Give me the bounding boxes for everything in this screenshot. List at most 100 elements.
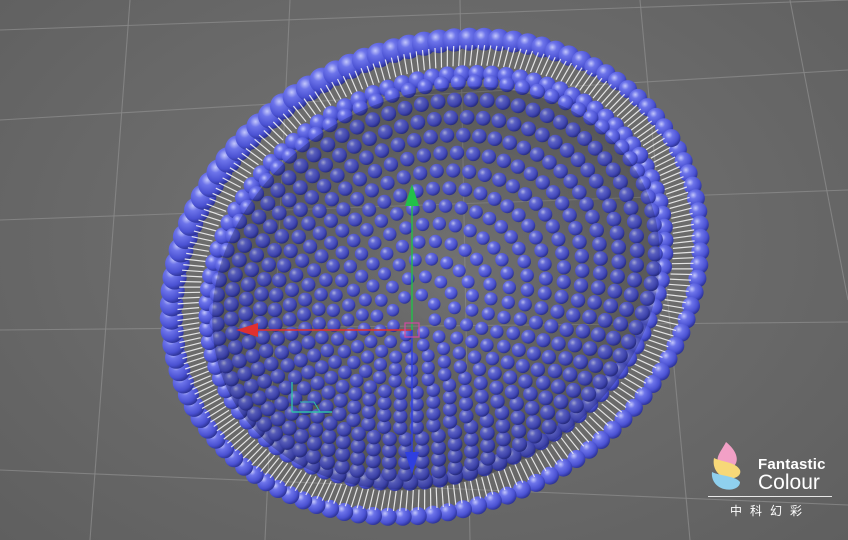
lipid-tail [667, 288, 689, 292]
lipid-tail [616, 100, 634, 117]
grid-line [0, 0, 848, 31]
lipid-tail [650, 334, 672, 342]
lipid-tail [386, 490, 392, 511]
lipid-tail [627, 112, 645, 128]
lipid-tail [452, 484, 457, 505]
lipid-tail [294, 471, 307, 492]
lipid-tail [392, 490, 397, 511]
grid-line [89, 0, 131, 540]
lipid-tail [210, 409, 230, 423]
lipid-tail [579, 72, 593, 91]
lipid-tail [350, 487, 359, 508]
lipid-tail [249, 143, 267, 157]
lipid-tail [435, 487, 438, 509]
lipid-tail [663, 304, 685, 309]
lipid-tail [380, 490, 386, 511]
lipid-tail [633, 120, 653, 135]
lipid-tail [672, 240, 695, 244]
outer-head-sphere [469, 496, 487, 515]
lipid-tail [194, 384, 215, 395]
lipid-tail [592, 80, 608, 99]
lipid-tail [645, 137, 665, 151]
lipid-tail [201, 397, 222, 410]
lipid-tail [289, 469, 303, 489]
lipid-tail [555, 60, 567, 80]
lipid-tail [612, 97, 630, 114]
lipid-tail [216, 417, 236, 432]
lipid-tail [584, 419, 600, 435]
lipid-tail [268, 125, 284, 141]
lipid-tail [181, 346, 203, 354]
lipid-tail [623, 108, 642, 124]
lipid-tail [672, 245, 695, 249]
lipid-tail [575, 426, 590, 443]
lipid-tail [274, 462, 289, 481]
lipid-tail [260, 454, 276, 472]
lipid-tail [639, 129, 659, 143]
lipid-tail [434, 47, 437, 69]
lipid-tail [279, 465, 293, 484]
lipid-tail [219, 421, 239, 436]
lipid-tail [204, 401, 224, 414]
lipid-tail [655, 156, 676, 168]
lipid-tail [452, 45, 455, 67]
lipid-tail [277, 117, 293, 133]
lipid-tail [657, 161, 678, 172]
lipid-tail [242, 442, 260, 459]
lipid-tail [287, 109, 302, 126]
lipid-tail [669, 202, 691, 210]
lipid-tail [648, 142, 668, 155]
lipid-tail [671, 218, 694, 224]
lipid-tail [648, 339, 669, 348]
lipid-tail [251, 448, 267, 466]
lipid-tail [608, 93, 626, 111]
lipid-tail [356, 487, 364, 509]
lipid-tail [670, 273, 693, 276]
lipid-tail [264, 457, 280, 476]
lipid-tail [368, 489, 375, 510]
lipid-tail [605, 399, 623, 413]
lipid-tail [672, 223, 694, 229]
lipid-tail [620, 104, 638, 121]
lipid-tail [668, 196, 690, 205]
lipid-tail [481, 476, 488, 497]
lipid-tail [661, 309, 683, 315]
lipid-tail [672, 251, 695, 255]
lipid-tail [597, 407, 614, 422]
lipid-tail [469, 480, 475, 501]
lipid-tail [569, 67, 583, 87]
lipid-tail [246, 445, 264, 463]
lipid-tail [441, 486, 444, 508]
lipid-tail [588, 415, 604, 431]
lipid-tail [503, 468, 512, 489]
lipid-tail [579, 423, 595, 439]
lipid-tail [199, 392, 220, 405]
lipid-tail [570, 430, 585, 447]
lipid-tail [486, 475, 494, 495]
3d-viewport[interactable]: Fantastic Colour 中科幻彩 [0, 0, 848, 540]
lipid-tail [592, 411, 609, 426]
lipid-tail [671, 212, 693, 219]
lipid-tail [497, 471, 506, 491]
lipid-tail [670, 207, 692, 214]
lipid-tail [227, 428, 245, 444]
lipid-tail [600, 87, 617, 105]
lipid-tail [565, 64, 578, 85]
outer-head-sphere [454, 500, 472, 519]
lipid-tail [207, 405, 227, 419]
lipid-tail [299, 474, 312, 494]
lipid-tail [605, 90, 621, 108]
lipid-tail [655, 324, 677, 331]
lipid-tail [596, 84, 612, 102]
lipid-tail [492, 473, 500, 493]
lipid-tail [672, 229, 695, 234]
lipid-tail [405, 490, 409, 511]
lipid-tail [652, 151, 673, 164]
lipid-tail [475, 478, 482, 499]
lipid-tail [238, 439, 256, 456]
lipid-tail [234, 435, 252, 452]
lipid-tail [613, 390, 631, 404]
brand-divider [708, 496, 832, 497]
lipid-tail [601, 403, 618, 418]
lipid-tail [672, 257, 695, 260]
